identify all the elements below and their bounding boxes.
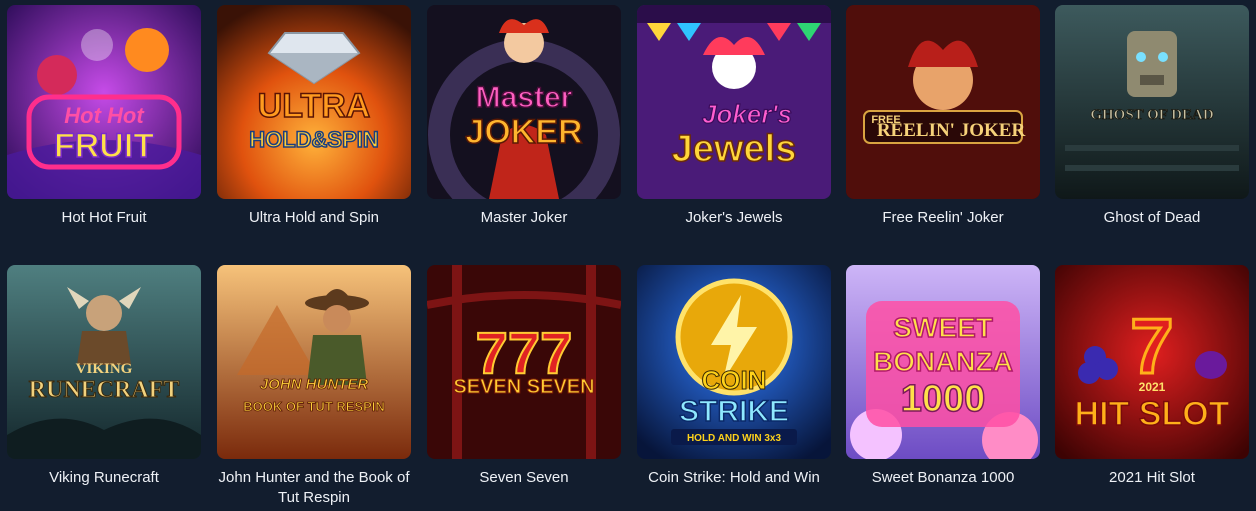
game-title[interactable]: 2021 Hit Slot — [1052, 468, 1252, 488]
art-text-1: Master — [476, 81, 573, 114]
art-text-1: ULTRA — [258, 87, 371, 125]
art-text-1: VIKING — [76, 361, 133, 377]
games-grid: Hot Hot FRUIT Hot Hot Fruit ULTRA HOLD&S… — [0, 0, 1256, 511]
art-text-2: 2021 — [1139, 380, 1166, 394]
game-title[interactable]: Master Joker — [424, 208, 624, 228]
art-text-2: STRIKE — [679, 395, 789, 428]
game-card-seven-seven[interactable]: 777 SEVEN SEVEN Seven Seven — [427, 265, 621, 488]
game-thumbnail[interactable]: GHOST OF DEAD — [1055, 5, 1249, 199]
game-art: SWEET BONANZA 1000 — [846, 265, 1040, 459]
game-card-2021-hit-slot[interactable]: 7 2021 HIT SLOT 2021 Hit Slot — [1055, 265, 1249, 488]
game-art: 777 SEVEN SEVEN — [427, 265, 621, 459]
art-text-2: FRUIT — [54, 127, 154, 165]
game-title[interactable]: Hot Hot Fruit — [4, 208, 204, 228]
game-card-master-joker[interactable]: Master JOKER Master Joker — [427, 5, 621, 228]
game-title[interactable]: Seven Seven — [424, 468, 624, 488]
game-card-ultra-hold-and-spin[interactable]: ULTRA HOLD&SPIN Ultra Hold and Spin — [217, 5, 411, 228]
game-thumbnail[interactable]: ULTRA HOLD&SPIN — [217, 5, 411, 199]
game-title[interactable]: John Hunter and the Book of Tut Respin — [214, 468, 414, 508]
art-text-1: JOHN HUNTER — [260, 376, 369, 393]
art-text-2: Jewels — [672, 128, 797, 170]
game-art: Joker's Jewels — [637, 5, 831, 199]
game-art: ULTRA HOLD&SPIN — [217, 5, 411, 199]
art-text-2: SEVEN SEVEN — [453, 376, 594, 398]
art-text-2: RUNECRAFT — [29, 377, 180, 403]
game-art: FREE REELIN' JOKER — [846, 5, 1040, 199]
game-thumbnail[interactable]: Joker's Jewels — [637, 5, 831, 199]
game-card-john-hunter-tut[interactable]: JOHN HUNTER BOOK OF TUT RESPIN John Hunt… — [217, 265, 411, 508]
game-art: GHOST OF DEAD — [1055, 5, 1249, 199]
art-text-1: Joker's — [702, 99, 792, 129]
game-title[interactable]: Sweet Bonanza 1000 — [843, 468, 1043, 488]
art-text-1: SWEET — [893, 312, 993, 343]
game-title[interactable]: Joker's Jewels — [634, 208, 834, 228]
art-text-2: REELIN' JOKER — [877, 120, 1026, 141]
art-text-3: HOLD AND WIN 3x3 — [687, 433, 782, 444]
game-card-viking-runecraft[interactable]: VIKING RUNECRAFT Viking Runecraft — [7, 265, 201, 488]
game-thumbnail[interactable]: Master JOKER — [427, 5, 621, 199]
game-card-ghost-of-dead[interactable]: GHOST OF DEAD Ghost of Dead — [1055, 5, 1249, 228]
game-card-sweet-bonanza-1000[interactable]: SWEET BONANZA 1000 Sweet Bonanza 1000 — [846, 265, 1040, 488]
game-thumbnail[interactable]: VIKING RUNECRAFT — [7, 265, 201, 459]
art-text-1: COIN — [702, 365, 767, 395]
game-art: JOHN HUNTER BOOK OF TUT RESPIN — [217, 265, 411, 459]
game-art: Hot Hot FRUIT — [7, 5, 201, 199]
game-thumbnail[interactable]: 7 2021 HIT SLOT — [1055, 265, 1249, 459]
art-text-2: BOOK OF TUT RESPIN — [243, 399, 385, 414]
art-text-1: GHOST OF DEAD — [1090, 107, 1214, 123]
game-title[interactable]: Free Reelin' Joker — [843, 208, 1043, 228]
game-art: Master JOKER — [427, 5, 621, 199]
game-title[interactable]: Viking Runecraft — [4, 468, 204, 488]
art-text-1: Hot Hot — [64, 103, 145, 128]
game-art: COIN STRIKE HOLD AND WIN 3x3 — [637, 265, 831, 459]
game-title[interactable]: Coin Strike: Hold and Win — [634, 468, 834, 488]
game-card-hot-hot-fruit[interactable]: Hot Hot FRUIT Hot Hot Fruit — [7, 5, 201, 228]
art-text-3: 1000 — [901, 378, 986, 420]
art-text-2: HOLD&SPIN — [249, 127, 379, 152]
game-thumbnail[interactable]: Hot Hot FRUIT — [7, 5, 201, 199]
art-text-1: 7 — [1130, 302, 1173, 390]
game-thumbnail[interactable]: FREE REELIN' JOKER — [846, 5, 1040, 199]
game-card-free-reelin-joker[interactable]: FREE REELIN' JOKER Free Reelin' Joker — [846, 5, 1040, 228]
game-thumbnail[interactable]: COIN STRIKE HOLD AND WIN 3x3 — [637, 265, 831, 459]
game-title[interactable]: Ultra Hold and Spin — [214, 208, 414, 228]
game-thumbnail[interactable]: 777 SEVEN SEVEN — [427, 265, 621, 459]
game-card-coin-strike[interactable]: COIN STRIKE HOLD AND WIN 3x3 Coin Strike… — [637, 265, 831, 488]
game-thumbnail[interactable]: SWEET BONANZA 1000 — [846, 265, 1040, 459]
game-thumbnail[interactable]: JOHN HUNTER BOOK OF TUT RESPIN — [217, 265, 411, 459]
game-card-jokers-jewels[interactable]: Joker's Jewels Joker's Jewels — [637, 5, 831, 228]
game-art: 7 2021 HIT SLOT — [1055, 265, 1249, 459]
art-text-2: BONANZA — [873, 346, 1013, 377]
game-art: VIKING RUNECRAFT — [7, 265, 201, 459]
game-title[interactable]: Ghost of Dead — [1052, 208, 1252, 228]
art-text-2: JOKER — [465, 113, 582, 151]
art-text-3: HIT SLOT — [1075, 395, 1230, 433]
